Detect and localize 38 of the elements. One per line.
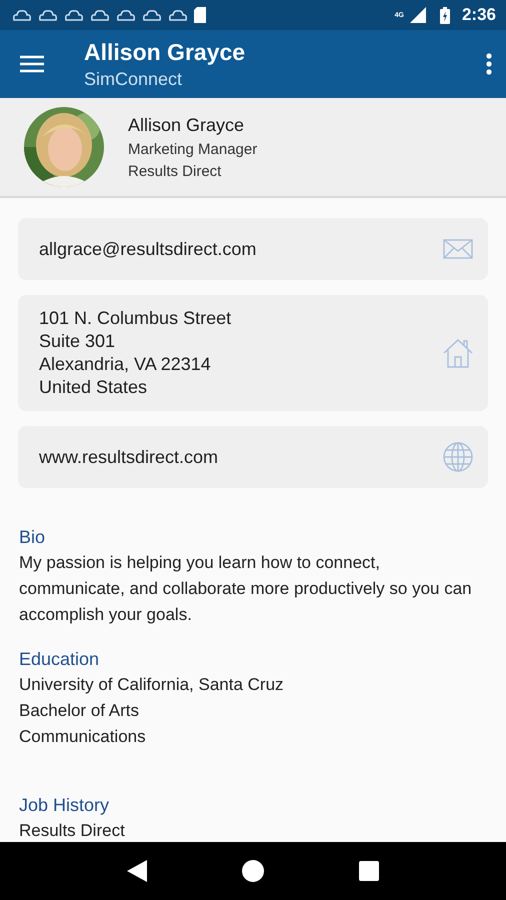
section-text: Bachelor of Arts [19,700,140,722]
more-options-icon[interactable] [486,53,492,75]
profile-company: Results Direct [128,162,222,180]
section-text: University of California, Santa Cruz [19,674,285,696]
notification-icon [116,8,136,22]
notification-icon [90,8,110,22]
contact-text: allgrace@resultsdirect.com [39,238,258,260]
contact-text: United States [39,376,148,399]
home-button[interactable] [242,860,264,882]
contact-text: www.resultsdirect.com [39,446,220,468]
section-heading: Job History [19,794,110,817]
sd-card-icon [194,7,206,23]
section-heading: Bio [19,526,46,549]
contact-text: 101 N. Columbus Street [39,307,232,330]
contact-card[interactable]: www.resultsdirect.com [18,426,488,488]
contact-card[interactable]: allgrace@resultsdirect.com [18,218,488,280]
clock-time: 2:36 [462,5,496,25]
profile-name: Allison Grayce [128,114,246,136]
contact-text: Alexandria, VA 22314 [39,353,212,376]
section-text: Communications [19,726,147,748]
section-text: Results Direct [19,820,126,842]
profile-job-title: Marketing Manager [128,140,258,158]
menu-icon[interactable] [20,55,44,73]
recents-button[interactable] [358,861,379,881]
contact-card[interactable]: 101 N. Columbus Street Suite 301 Alexandria, VA 22314 United States [18,295,488,411]
section-heading: Education [19,648,100,671]
notification-icon [168,8,188,22]
notification-icon [38,8,58,22]
section-text: My passion is helping you learn how to connect, communicate, and collaborate more productively so you can accomplish your goals. [19,552,473,626]
signal-icon [410,7,426,23]
notification-icon [142,8,162,22]
app-bar-subtitle: SimConnect [84,68,184,90]
app-bar-title: Allison Grayce [84,38,246,66]
notification-icon [12,8,32,22]
battery-icon [440,6,450,24]
notification-icon [64,8,84,22]
back-button[interactable] [127,860,148,882]
contact-text: Suite 301 [39,330,116,353]
